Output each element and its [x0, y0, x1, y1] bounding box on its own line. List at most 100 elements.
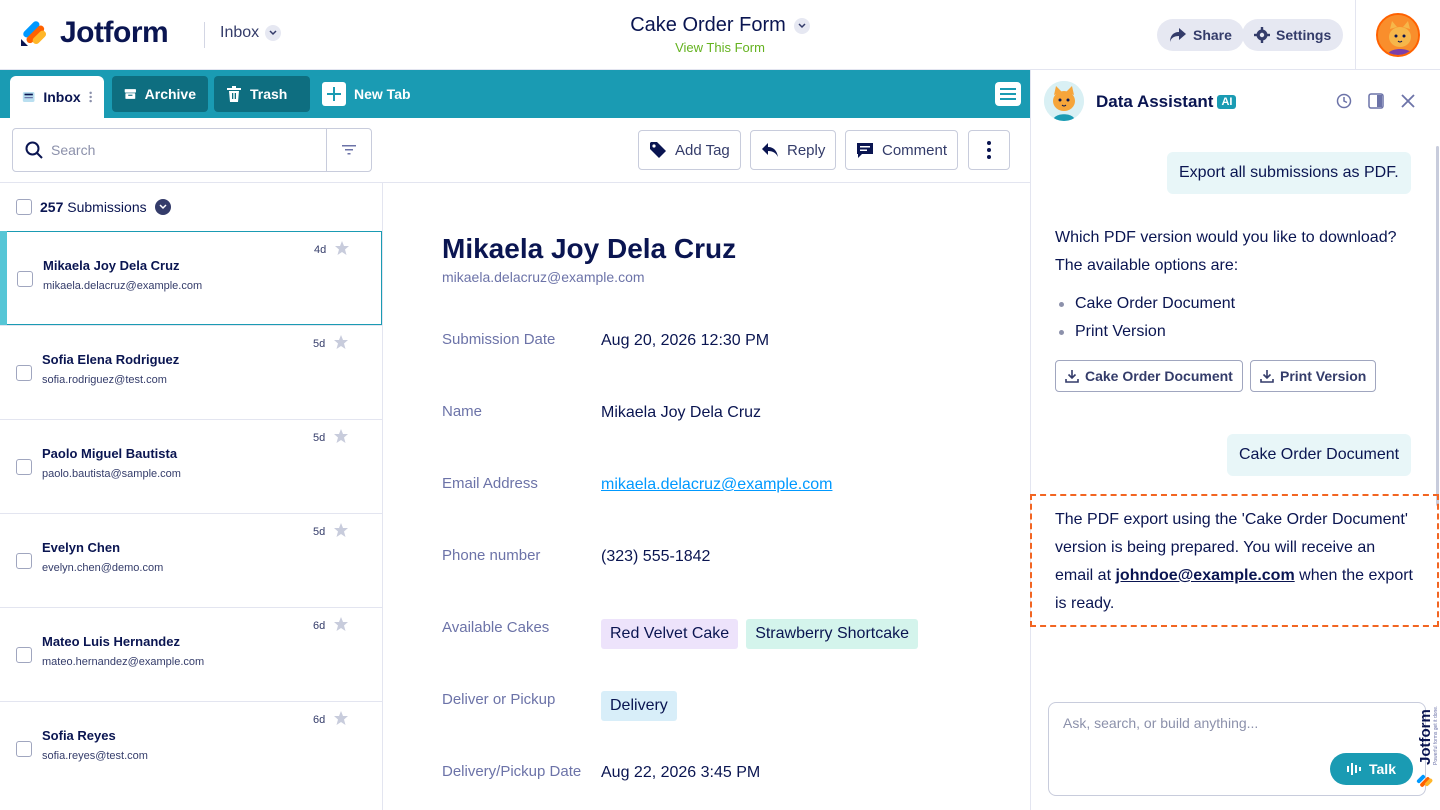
settings-label: Settings [1276, 27, 1332, 43]
list-item[interactable]: Sofia Reyes sofia.reyes@test.com 6d [0, 701, 382, 795]
user-message: Export all submissions as PDF. [1167, 152, 1411, 194]
list-item[interactable]: Paolo Miguel Bautista paolo.bautista@sam… [0, 419, 382, 513]
assistant-avatar [1044, 81, 1084, 121]
tab-menu-button[interactable] [995, 82, 1021, 106]
list-item[interactable]: Mateo Luis Hernandez mateo.hernandez@exa… [0, 607, 382, 701]
list-item[interactable]: Evelyn Chen evelyn.chen@demo.com 5d [0, 513, 382, 607]
list-item[interactable]: Sofia Elena Rodriguez sofia.rodriguez@te… [0, 325, 382, 419]
tab-archive-label: Archive [144, 86, 196, 102]
search-icon [25, 141, 43, 159]
detail-name-heading: Mikaela Joy Dela Cruz [442, 233, 737, 264]
row-checkbox[interactable] [16, 553, 32, 569]
share-button[interactable]: Share [1157, 19, 1244, 51]
jotform-logo[interactable]: Jotform [18, 16, 169, 50]
field-value-cakes: Red Velvet Cake Strawberry Shortcake [601, 619, 926, 649]
close-assistant-button[interactable] [1399, 92, 1417, 110]
search-box [12, 128, 372, 172]
share-label: Share [1193, 27, 1232, 43]
submission-count-label: Submissions [67, 199, 147, 215]
list-item[interactable]: Mikaela Joy Dela Cruz mikaela.delacruz@e… [0, 231, 382, 325]
star-icon[interactable] [333, 710, 349, 726]
talk-label: Talk [1369, 761, 1396, 777]
star-icon[interactable] [333, 522, 349, 538]
new-tab-button[interactable]: New Tab [310, 76, 423, 112]
form-title-dropdown[interactable]: Cake Order Form [630, 14, 810, 37]
view-form-link[interactable]: View This Form [560, 40, 880, 55]
submitter-email: mateo.hernandez@example.com [42, 656, 205, 668]
submitter-email: paolo.bautista@sample.com [42, 468, 181, 480]
jotform-mark-icon [21, 21, 47, 46]
tab-trash[interactable]: Trash [214, 76, 310, 112]
talk-button[interactable]: Talk [1330, 753, 1413, 785]
search-input[interactable] [43, 130, 326, 170]
trash-icon [227, 86, 241, 102]
cat-avatar-icon [1378, 15, 1418, 55]
tab-inbox-label: Inbox [43, 89, 81, 105]
cat-avatar-icon [1044, 81, 1084, 121]
jotform-side-branding: Jotform Powerful forms get it done. [1413, 690, 1439, 790]
submitter-email: mikaela.delacruz@example.com [43, 280, 203, 292]
row-checkbox[interactable] [17, 271, 33, 287]
chevron-down-icon [793, 17, 810, 34]
header-divider [204, 22, 205, 48]
field-label-submission-date: Submission Date [442, 331, 556, 348]
more-options-button[interactable] [968, 130, 1010, 170]
comment-button[interactable]: Comment [845, 130, 959, 170]
tab-archive[interactable]: Archive [112, 76, 208, 112]
assistant-header: Data Assistant AI [1031, 70, 1440, 132]
submission-age: 5d [313, 432, 326, 444]
tab-inbox[interactable]: Inbox [10, 76, 104, 118]
star-icon[interactable] [333, 428, 349, 444]
download-cake-order-document-button[interactable]: Cake Order Document [1055, 360, 1243, 392]
history-button[interactable] [1335, 92, 1353, 110]
cake-chip: Strawberry Shortcake [746, 619, 919, 649]
add-tag-button[interactable]: Add Tag [638, 130, 741, 170]
select-all-checkbox[interactable] [16, 199, 32, 215]
assistant-input[interactable] [1063, 715, 1403, 745]
export-email-link[interactable]: johndoe@example.com [1115, 567, 1294, 584]
inbox-icon [22, 92, 35, 102]
settings-button[interactable]: Settings [1242, 19, 1344, 51]
email-link[interactable]: mikaela.delacruz@example.com [601, 476, 832, 493]
history-icon [1336, 93, 1352, 109]
submitter-name: Mikaela Joy Dela Cruz [43, 258, 180, 273]
assistant-message: The PDF export using the 'Cake Order Doc… [1055, 506, 1417, 618]
submission-age: 6d [313, 620, 326, 632]
download-print-version-label: Print Version [1280, 368, 1367, 384]
drag-handle-icon[interactable] [89, 89, 92, 105]
row-checkbox[interactable] [16, 647, 32, 663]
filter-button[interactable] [326, 129, 371, 171]
submission-count-number: 257 [40, 199, 64, 215]
row-checkbox[interactable] [16, 365, 32, 381]
submission-list: 257 Submissions Mikaela Joy Dela Cruz mi… [0, 183, 383, 810]
chevron-down-icon [265, 25, 282, 41]
row-checkbox[interactable] [16, 741, 32, 757]
comment-icon [857, 143, 873, 158]
star-icon[interactable] [333, 616, 349, 632]
submitter-name: Paolo Miguel Bautista [42, 446, 178, 461]
reply-icon [762, 143, 778, 157]
star-icon[interactable] [333, 334, 349, 350]
assistant-message: Which PDF version would you like to down… [1055, 224, 1417, 346]
field-value-delivery: Delivery [601, 691, 685, 721]
submitter-email: evelyn.chen@demo.com [42, 562, 164, 574]
submission-age: 4d [314, 244, 327, 256]
download-print-version-button[interactable]: Print Version [1250, 360, 1377, 392]
reply-button[interactable]: Reply [750, 130, 837, 170]
submitter-email: sofia.reyes@test.com [42, 750, 148, 762]
header-divider [1355, 0, 1356, 70]
plus-icon [322, 82, 346, 106]
row-checkbox[interactable] [16, 459, 32, 475]
star-icon[interactable] [334, 240, 350, 256]
field-value-delivery-date: Aug 22, 2026 3:45 PM [601, 764, 761, 781]
new-tab-label: New Tab [354, 86, 411, 102]
submission-count: 257 Submissions [40, 199, 147, 215]
inbox-dropdown[interactable]: Inbox [220, 24, 282, 42]
list-header: 257 Submissions [0, 183, 382, 231]
chat-scrollbar[interactable] [1436, 146, 1439, 506]
submission-age: 5d [313, 526, 326, 538]
user-message: Cake Order Document [1227, 434, 1412, 476]
dock-panel-button[interactable] [1367, 92, 1385, 110]
user-avatar[interactable] [1376, 13, 1420, 57]
chevron-down-icon[interactable] [154, 199, 171, 215]
